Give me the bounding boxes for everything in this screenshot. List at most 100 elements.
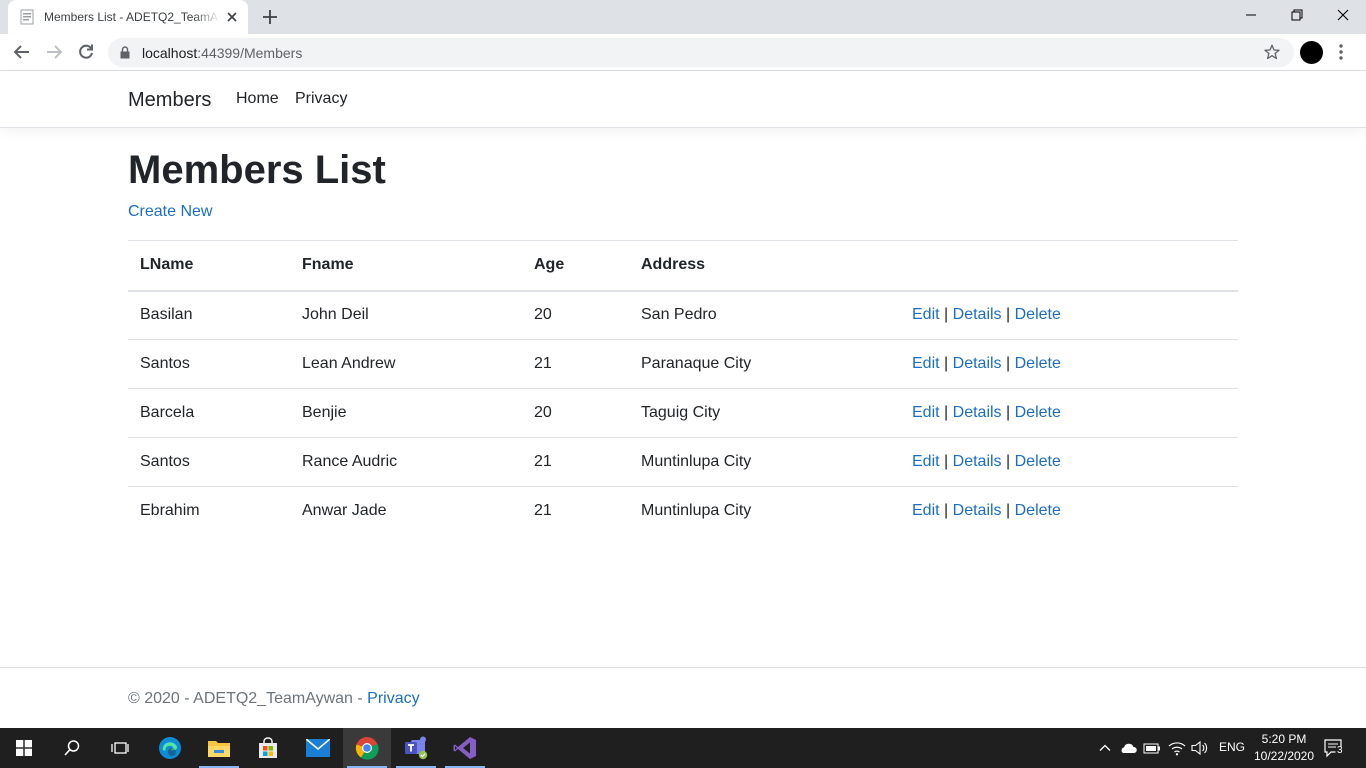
- column-header-actions: [900, 240, 1238, 292]
- start-windows-icon[interactable]: [0, 728, 48, 768]
- url-text[interactable]: localhost:44399/Members: [142, 45, 302, 61]
- members-table: LName Fname Age Address Basilan John Deil…: [128, 240, 1238, 536]
- show-hidden-icons-chevron-icon[interactable]: [1095, 738, 1115, 758]
- volume-icon[interactable]: [1190, 738, 1210, 758]
- browser-menu-icon[interactable]: [1336, 42, 1346, 62]
- delete-link[interactable]: Delete: [1015, 453, 1061, 470]
- cell-age: 21: [522, 339, 629, 389]
- browser-tab-strip: Members List - ADETQ2_TeamAywan: [0, 0, 1366, 34]
- edit-link[interactable]: Edit: [912, 355, 940, 372]
- action-separator: |: [1006, 453, 1011, 470]
- cell-fname: John Deil: [290, 290, 522, 340]
- edit-link[interactable]: Edit: [912, 502, 940, 519]
- cell-fname: Benjie: [290, 388, 522, 438]
- onedrive-cloud-icon[interactable]: [1118, 738, 1138, 758]
- system-clock[interactable]: 5:20 PM 10/22/2020: [1252, 731, 1316, 765]
- cell-address: Muntinlupa City: [629, 437, 900, 487]
- url-path: :44399/Members: [197, 45, 303, 61]
- profile-avatar-icon[interactable]: [1300, 41, 1323, 64]
- action-center-notification-icon[interactable]: [1324, 738, 1348, 758]
- details-link[interactable]: Details: [953, 404, 1002, 421]
- language-indicator[interactable]: ENG: [1219, 740, 1245, 754]
- cell-lname: Ebrahim: [128, 486, 290, 536]
- chrome-icon[interactable]: [343, 728, 391, 768]
- cell-address: Taguig City: [629, 388, 900, 438]
- site-navbar: Members Home Privacy: [0, 71, 1366, 128]
- cell-actions: Edit | Details | Delete: [900, 437, 1238, 487]
- table-row: Barcela Benjie 20 Taguig City Edit | Details…: [128, 388, 1238, 438]
- column-header-fname: Fname: [290, 240, 522, 292]
- url-host: localhost: [142, 45, 198, 61]
- close-window-icon[interactable]: [1320, 0, 1366, 30]
- edge-browser-icon[interactable]: [146, 728, 194, 768]
- mail-icon[interactable]: [294, 728, 342, 768]
- column-header-lname: LName: [128, 240, 290, 292]
- cell-lname: Santos: [128, 339, 290, 389]
- tab-title: Members List - ADETQ2_TeamAywan: [44, 10, 220, 24]
- minimize-icon[interactable]: [1228, 0, 1274, 30]
- lock-icon[interactable]: [120, 46, 130, 64]
- cell-actions: Edit | Details | Delete: [900, 339, 1238, 389]
- browser-tab[interactable]: Members List - ADETQ2_TeamAywan: [8, 0, 248, 34]
- page-footer: © 2020 - ADETQ2_TeamAywan - Privacy: [0, 667, 1366, 728]
- back-icon[interactable]: [11, 41, 33, 63]
- bookmark-star-icon[interactable]: [1264, 44, 1280, 65]
- action-separator: |: [944, 453, 949, 470]
- cell-fname: Rance Audric: [290, 437, 522, 487]
- action-separator: |: [1006, 404, 1011, 421]
- column-header-address: Address: [629, 240, 900, 292]
- microsoft-store-icon[interactable]: [244, 728, 292, 768]
- action-separator: |: [1006, 306, 1011, 324]
- battery-icon[interactable]: [1142, 738, 1162, 758]
- forward-icon[interactable]: [43, 41, 65, 63]
- delete-link[interactable]: Delete: [1015, 502, 1061, 519]
- address-bar[interactable]: localhost:44399/Members: [108, 38, 1294, 67]
- delete-link[interactable]: Delete: [1015, 355, 1061, 372]
- delete-link[interactable]: Delete: [1015, 404, 1061, 421]
- nav-link-home[interactable]: Home: [236, 90, 279, 108]
- browser-toolbar: localhost:44399/Members: [0, 34, 1366, 71]
- cell-actions: Edit | Details | Delete: [900, 388, 1238, 438]
- teams-icon[interactable]: [392, 728, 440, 768]
- cell-lname: Santos: [128, 437, 290, 487]
- cell-address: Paranaque City: [629, 339, 900, 389]
- cell-lname: Barcela: [128, 388, 290, 438]
- wifi-icon[interactable]: [1167, 738, 1187, 758]
- navbar-brand[interactable]: Members: [128, 89, 211, 112]
- table-row: Santos Lean Andrew 21 Paranaque City Edit | …: [128, 339, 1238, 389]
- table-row: Santos Rance Audric 21 Muntinlupa City Edit …: [128, 437, 1238, 487]
- visual-studio-icon[interactable]: [441, 728, 489, 768]
- table-header-row: LName Fname Age Address: [128, 240, 1238, 292]
- new-tab-icon[interactable]: [260, 7, 280, 27]
- clock-date: 10/22/2020: [1253, 749, 1315, 763]
- search-icon[interactable]: [48, 728, 96, 768]
- cell-age: 21: [522, 437, 629, 487]
- delete-link[interactable]: Delete: [1015, 306, 1061, 323]
- table-row: Basilan John Deil 20 San Pedro Edit | Detail…: [128, 290, 1238, 340]
- create-new-link[interactable]: Create New: [128, 203, 212, 221]
- cell-actions: Edit | Details | Delete: [900, 290, 1238, 340]
- cell-age: 20: [522, 290, 629, 340]
- clock-time: 5:20 PM: [1261, 732, 1307, 746]
- details-link[interactable]: Details: [953, 306, 1002, 323]
- cell-age: 20: [522, 388, 629, 438]
- details-link[interactable]: Details: [953, 453, 1002, 470]
- close-tab-icon[interactable]: [224, 9, 240, 25]
- cell-fname: Anwar Jade: [290, 486, 522, 536]
- details-link[interactable]: Details: [953, 355, 1002, 372]
- action-separator: |: [944, 306, 949, 324]
- task-view-icon[interactable]: [96, 728, 144, 768]
- details-link[interactable]: Details: [953, 502, 1002, 519]
- edit-link[interactable]: Edit: [912, 404, 940, 421]
- cell-actions: Edit | Details | Delete: [900, 486, 1238, 536]
- edit-link[interactable]: Edit: [912, 306, 940, 323]
- footer-privacy-link[interactable]: Privacy: [367, 690, 419, 707]
- notification-count-badge: 3: [1337, 745, 1343, 756]
- file-explorer-icon[interactable]: [195, 728, 243, 768]
- restore-icon[interactable]: [1274, 0, 1320, 30]
- edit-link[interactable]: Edit: [912, 453, 940, 470]
- reload-icon[interactable]: [75, 41, 97, 63]
- action-separator: |: [1006, 502, 1011, 520]
- nav-link-privacy[interactable]: Privacy: [295, 90, 347, 108]
- footer-text: © 2020 - ADETQ2_TeamAywan - Privacy: [128, 690, 420, 708]
